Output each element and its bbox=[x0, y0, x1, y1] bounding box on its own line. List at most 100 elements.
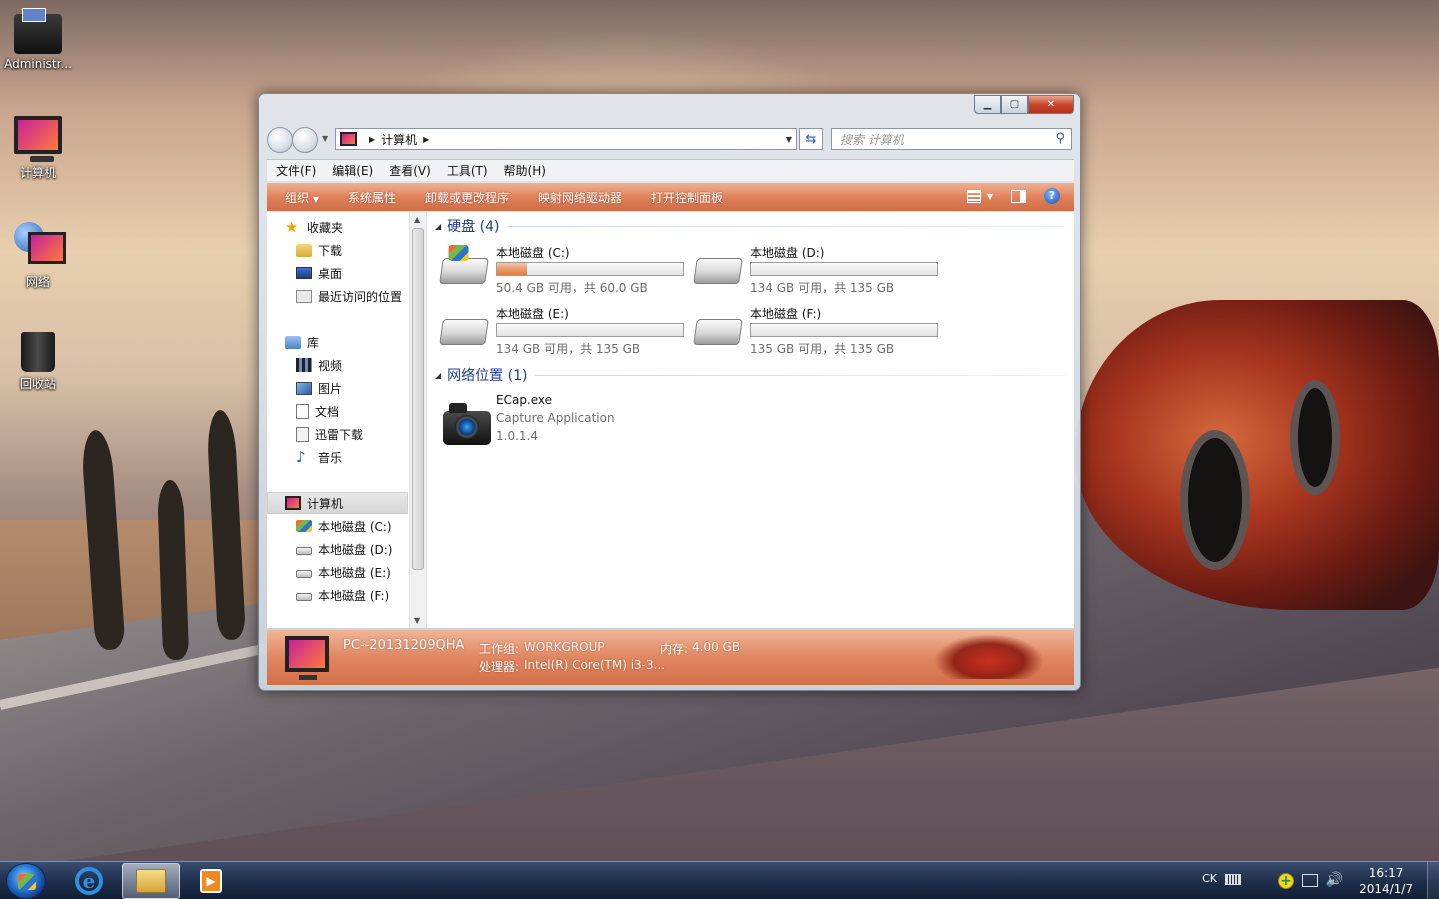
windows-logo-icon bbox=[18, 874, 36, 890]
group-title: 网络位置 (1) bbox=[447, 368, 528, 384]
desktop-icon-network[interactable]: 网络 bbox=[0, 222, 76, 290]
network-item-ecap[interactable]: ECap.exe Capture Application 1.0.1.4 bbox=[441, 393, 741, 453]
scroll-down-icon[interactable]: ▼ bbox=[414, 616, 420, 625]
content-area: ★ 收藏夹 下载 桌面 最近访问的位置 库 视频 图片 文档 迅雷下载 ♪ 音乐… bbox=[267, 212, 1074, 628]
recent-pages-dropdown-icon[interactable]: ▼ bbox=[322, 134, 328, 143]
menu-tools[interactable]: 工具(T) bbox=[447, 162, 488, 179]
computer-icon bbox=[285, 636, 329, 680]
nav-label: 计算机 bbox=[307, 496, 344, 511]
nav-label: 图片 bbox=[318, 381, 343, 396]
desktop-icon-label: 网络 bbox=[25, 275, 50, 289]
show-desktop-button[interactable] bbox=[1427, 862, 1439, 899]
cpu-value: Intel(R) Core(TM) i3-3... bbox=[524, 658, 666, 672]
system-drive-icon bbox=[296, 520, 312, 532]
menu-edit[interactable]: 编辑(E) bbox=[332, 162, 373, 179]
taskbar-explorer[interactable] bbox=[122, 863, 180, 899]
group-header-hard-disks[interactable]: ◢ 硬盘 (4) bbox=[435, 216, 1065, 236]
navigation-pane: ★ 收藏夹 下载 桌面 最近访问的位置 库 视频 图片 文档 迅雷下载 ♪ 音乐… bbox=[267, 212, 427, 628]
organize-button[interactable]: 组织 ▼ bbox=[285, 189, 319, 206]
group-header-network-locations[interactable]: ◢ 网络位置 (1) bbox=[435, 365, 1065, 385]
drive-tile-e[interactable]: 本地磁盘 (E:) 134 GB 可用，共 135 GB bbox=[439, 305, 686, 357]
view-options-dropdown-icon[interactable]: ▼ bbox=[987, 192, 993, 201]
download-folder-icon bbox=[296, 426, 309, 442]
preview-pane-icon[interactable] bbox=[1011, 189, 1026, 203]
video-icon bbox=[296, 358, 312, 372]
collapse-arrow-icon: ◢ bbox=[435, 221, 442, 231]
breadcrumb-computer[interactable]: 计算机 bbox=[381, 131, 417, 148]
maximize-button[interactable]: ▢ bbox=[1001, 95, 1028, 114]
menu-help[interactable]: 帮助(H) bbox=[504, 162, 546, 179]
desktop-icon-computer[interactable]: 计算机 bbox=[0, 116, 76, 181]
start-button[interactable] bbox=[6, 863, 46, 899]
nav-computer[interactable]: 计算机 bbox=[267, 492, 408, 514]
breadcrumb-arrow-icon[interactable]: ▶ bbox=[423, 135, 429, 144]
nav-libraries[interactable]: 库 bbox=[285, 331, 425, 353]
internet-explorer-icon: e bbox=[75, 867, 103, 895]
language-indicator[interactable]: CK bbox=[1202, 872, 1217, 885]
details-pane: PC--20131209QHA 工作组: WORKGROUP 内存: 4.00 … bbox=[267, 630, 1074, 685]
keyboard-icon[interactable] bbox=[1225, 874, 1241, 885]
drive-tile-d[interactable]: 本地磁盘 (D:) 134 GB 可用，共 135 GB bbox=[693, 244, 940, 296]
desktop-icon-administrator[interactable]: Administr... bbox=[0, 8, 76, 71]
drive-name: 本地磁盘 (F:) bbox=[750, 307, 822, 321]
refresh-button[interactable]: ⇆ bbox=[799, 128, 823, 150]
network-status-icon[interactable] bbox=[1302, 874, 1318, 887]
search-input[interactable]: 搜索 计算机 ⚲ bbox=[831, 128, 1072, 150]
taskbar-internet-explorer[interactable]: e bbox=[60, 863, 118, 899]
system-drive-icon bbox=[439, 258, 489, 284]
refresh-icon: ⇆ bbox=[805, 131, 817, 147]
workgroup-value: WORKGROUP bbox=[524, 640, 605, 654]
change-view-icon[interactable] bbox=[966, 189, 981, 203]
menu-view[interactable]: 查看(V) bbox=[389, 162, 431, 179]
nav-label: 库 bbox=[307, 335, 320, 350]
drive-free-space: 134 GB 可用，共 135 GB bbox=[750, 281, 895, 295]
item-description: Capture Application bbox=[496, 411, 615, 425]
drive-free-space: 135 GB 可用，共 135 GB bbox=[750, 342, 895, 356]
minimize-button[interactable]: ▁ bbox=[974, 95, 1001, 114]
drive-tile-f[interactable]: 本地磁盘 (F:) 135 GB 可用，共 135 GB bbox=[693, 305, 940, 357]
picture-icon bbox=[296, 381, 312, 395]
group-divider bbox=[507, 225, 1065, 227]
search-icon[interactable]: ⚲ bbox=[1055, 131, 1065, 146]
menu-file[interactable]: 文件(F) bbox=[276, 162, 316, 179]
chevron-down-icon: ▼ bbox=[312, 194, 319, 204]
collapse-arrow-icon: ◢ bbox=[435, 370, 442, 380]
drive-usage-bar bbox=[750, 323, 938, 337]
nav-label: 本地磁盘 (D:) bbox=[318, 542, 393, 557]
nav-scrollbar[interactable]: ▲ ▼ bbox=[409, 212, 426, 628]
drive-tile-c[interactable]: 本地磁盘 (C:) 50.4 GB 可用，共 60.0 GB bbox=[439, 244, 686, 296]
desktop-icon-label: Administr... bbox=[4, 57, 72, 71]
nav-favorites[interactable]: ★ 收藏夹 bbox=[285, 216, 425, 238]
drive-free-space: 134 GB 可用，共 135 GB bbox=[496, 342, 641, 356]
taskbar-media-player[interactable]: ▶ bbox=[182, 863, 240, 899]
scroll-up-icon[interactable]: ▲ bbox=[414, 215, 420, 224]
media-player-icon: ▶ bbox=[200, 869, 222, 893]
forward-button[interactable] bbox=[292, 127, 318, 153]
system-properties-button[interactable]: 系统属性 bbox=[348, 189, 396, 206]
uninstall-program-button[interactable]: 卸载或更改程序 bbox=[425, 189, 509, 206]
address-dropdown-icon[interactable]: ▼ bbox=[786, 135, 792, 144]
library-icon bbox=[285, 335, 301, 349]
clock[interactable]: 16:17 2014/1/7 bbox=[1359, 865, 1413, 897]
drive-name: 本地磁盘 (D:) bbox=[750, 246, 825, 260]
volume-icon[interactable]: 🔊 bbox=[1326, 872, 1343, 888]
open-control-panel-button[interactable]: 打开控制面板 bbox=[651, 189, 723, 206]
explorer-window: ▁ ▢ ✕ ▼ ▶ 计算机 ▶ ▼ ⇆ 搜索 计算机 ⚲ 文件(F) 编辑(E)… bbox=[258, 93, 1081, 691]
workgroup-label: 工作组: bbox=[479, 642, 520, 656]
breadcrumb-arrow-icon[interactable]: ▶ bbox=[369, 135, 375, 144]
desktop-icon-label: 计算机 bbox=[19, 166, 56, 180]
help-icon[interactable]: ? bbox=[1044, 188, 1060, 204]
wallpaper-car-wheel bbox=[1180, 430, 1250, 570]
nav-label: 本地磁盘 (F:) bbox=[318, 588, 390, 603]
map-network-drive-button[interactable]: 映射网络驱动器 bbox=[538, 189, 622, 206]
recycle-bin-icon bbox=[21, 332, 55, 372]
security-plus-icon[interactable]: + bbox=[1278, 873, 1294, 889]
command-bar-right: ▼ ? bbox=[949, 188, 1060, 204]
organize-label: 组织 bbox=[285, 190, 310, 205]
address-bar[interactable]: ▶ 计算机 ▶ ▼ bbox=[335, 128, 797, 150]
back-button[interactable] bbox=[267, 127, 293, 153]
close-button[interactable]: ✕ bbox=[1028, 95, 1074, 114]
desktop-icon-recycle-bin[interactable]: 回收站 bbox=[0, 326, 76, 392]
camera-icon bbox=[443, 403, 491, 445]
scrollbar-thumb[interactable] bbox=[412, 228, 424, 570]
